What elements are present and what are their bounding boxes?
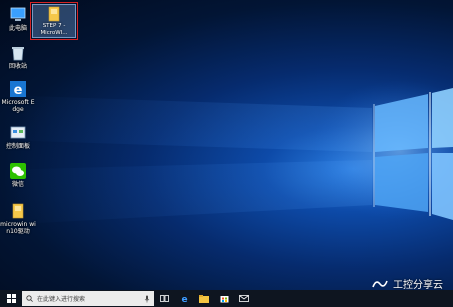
- taskbar-file-explorer-button[interactable]: [194, 290, 214, 307]
- control-panel-icon: [10, 126, 26, 139]
- start-icon: [6, 294, 16, 303]
- desktop-icon-edge[interactable]: e Microsoft Edge: [0, 80, 36, 113]
- microphone-icon[interactable]: [144, 295, 150, 303]
- desktop-icon-label: 回收站: [8, 63, 27, 70]
- search-placeholder: 在此键入进行搜索: [37, 296, 86, 303]
- start-button[interactable]: [0, 290, 22, 307]
- taskbar-search-box[interactable]: 在此键入进行搜索: [22, 291, 154, 306]
- desktop-icon-label: microwin win10驱动: [0, 221, 36, 235]
- taskbar-store-button[interactable]: [214, 290, 234, 307]
- desktop-icon-label: Microsoft Edge: [1, 99, 35, 113]
- recycle-bin-icon: [12, 47, 24, 61]
- folder-icon: [12, 203, 24, 219]
- selected-desktop-icon-step7[interactable]: STEP 7 - MicroWI...: [30, 2, 78, 40]
- file-explorer-icon: [199, 294, 209, 303]
- wechat-icon: [10, 163, 26, 179]
- task-view-icon: [159, 295, 169, 302]
- watermark: 工控分享云: [371, 276, 443, 291]
- taskbar: 在此键入进行搜索 e: [0, 290, 453, 307]
- wechat-channel-icon: [372, 280, 388, 287]
- search-icon: [26, 295, 33, 302]
- desktop-icon-label: 控制面板: [5, 143, 30, 150]
- store-icon: [220, 296, 228, 303]
- svg-text:e: e: [14, 83, 23, 98]
- task-view-button[interactable]: [154, 290, 174, 307]
- wallpaper: [0, 80, 453, 225]
- desktop-icon-microwin-driver[interactable]: microwin win10驱动: [0, 202, 36, 235]
- taskbar-edge-button[interactable]: e: [174, 290, 194, 307]
- mail-icon: [239, 295, 249, 302]
- desktop-icon-control-panel[interactable]: 控制面板: [0, 124, 36, 150]
- desktop-icon-recycle-bin[interactable]: 回收站: [0, 44, 36, 70]
- watermark-text: 工控分享云: [393, 280, 443, 291]
- computer-icon: [10, 7, 26, 21]
- svg-text:e: e: [181, 295, 187, 303]
- edge-icon: e: [181, 295, 187, 303]
- selected-icon-label: STEP 7 - MicroWI...: [40, 23, 68, 36]
- desktop: 此电脑 回收站 e Microsoft Edge 控制面板 微信 microwi…: [0, 0, 453, 307]
- taskbar-mail-button[interactable]: [234, 290, 254, 307]
- edge-icon: e: [10, 81, 26, 98]
- desktop-icon-label: 微信: [11, 181, 24, 188]
- desktop-icon-wechat[interactable]: 微信: [0, 162, 36, 188]
- folder-icon: [48, 6, 60, 22]
